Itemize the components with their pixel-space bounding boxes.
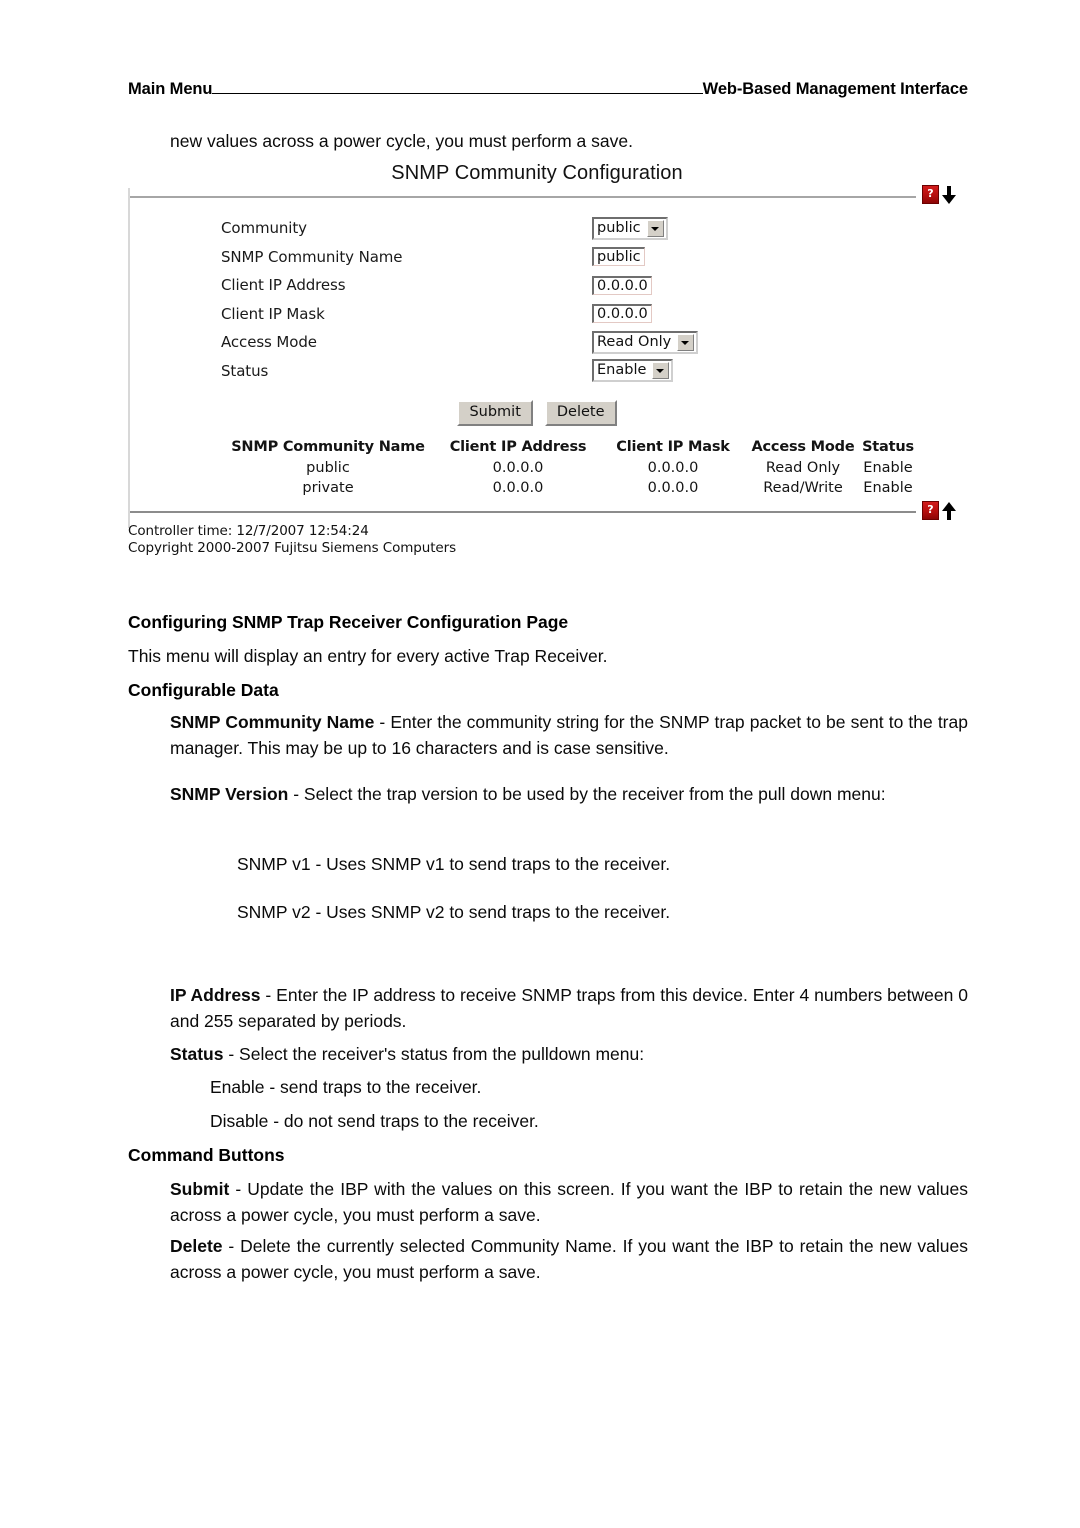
table-row[interactable]: private 0.0.0.0 0.0.0.0 Read/Write Enabl… [218,478,918,498]
running-header: Main Menu Web-Based Management Interface [128,80,968,99]
form-row-client-ip-address: Client IP Address 0.0.0.0 [128,271,946,300]
cell-access-mode: Read Only [765,460,841,476]
chevron-down-icon[interactable] [677,333,695,351]
help-nav-top[interactable]: ? [922,185,957,204]
paragraph-status: Status - Select the receiver's status fr… [170,1041,968,1067]
col-header-access-mode: Access Mode [751,439,855,455]
community-select-value: public [597,219,641,236]
paragraph-status-enable: Enable - send traps to the receiver. [210,1077,482,1097]
intro-continuation-paragraph: new values across a power cycle, you mus… [170,131,633,151]
cell-client-ip-mask: 0.0.0.0 [647,460,699,476]
desc-snmp-version: - Select the trap version to be used by … [288,784,886,804]
status-select[interactable]: Enable [592,359,674,383]
panel-command-buttons: Submit Delete [128,400,946,426]
cell-status: Enable [863,460,913,476]
status-select-value: Enable [597,362,647,379]
copyright-notice: Copyright 2000-2007 Fujitsu Siemens Comp… [128,540,456,556]
controller-time: Controller time: 12/7/2007 12:54:24 [128,523,369,539]
paragraph-ip-address: IP Address - Enter the IP address to rec… [170,982,968,1034]
field-snmp-community-name[interactable]: public [592,246,645,267]
heading-command-buttons: Command Buttons [128,1145,285,1165]
paragraph-snmp-community-name: SNMP Community Name - Enter the communit… [170,709,968,761]
chevron-down-icon[interactable] [652,362,670,380]
table-header-row: SNMP Community Name Client IP Address Cl… [218,438,918,458]
term-submit: Submit [170,1179,230,1199]
panel-title: SNMP Community Configuration [391,162,683,184]
form-row-community: Community public [128,214,946,243]
table-row[interactable]: public 0.0.0.0 0.0.0.0 Read Only Enable [218,458,918,478]
paragraph-snmp-v1: SNMP v1 - Uses SNMP v1 to send traps to … [237,854,671,874]
label-status: Status [221,361,269,380]
form-row-access-mode: Access Mode Read Only [128,328,946,357]
form-row-snmp-community-name: SNMP Community Name public [128,243,946,272]
cell-community-name: private [302,480,354,496]
header-right-text: Web-Based Management Interface [702,80,968,98]
access-mode-select-value: Read Only [597,333,672,350]
desc-delete: - Delete the currently selected Communit… [170,1236,968,1282]
label-access-mode: Access Mode [221,333,317,352]
field-client-ip-mask[interactable]: 0.0.0.0 [592,303,652,324]
panel-top-divider [130,196,916,198]
panel-bottom-divider [130,511,916,513]
col-header-client-ip-address: Client IP Address [449,439,587,455]
paragraph-menu-display: This menu will display an entry for ever… [128,646,608,666]
snmp-community-table: SNMP Community Name Client IP Address Cl… [218,438,918,498]
term-ip-address: IP Address [170,985,261,1005]
help-icon[interactable]: ? [922,501,939,520]
label-client-ip-mask: Client IP Mask [221,304,325,323]
client-ip-address-input[interactable]: 0.0.0.0 [592,275,652,295]
panel-footer: Controller time: 12/7/2007 12:54:24 Copy… [128,523,456,557]
cell-client-ip-mask: 0.0.0.0 [647,480,699,496]
term-snmp-community-name: SNMP Community Name [170,712,375,732]
community-select[interactable]: public [592,216,668,240]
snmp-community-name-input[interactable]: public [592,247,645,267]
field-access-mode[interactable]: Read Only [592,330,699,354]
label-snmp-community-name: SNMP Community Name [221,247,403,266]
field-client-ip-address[interactable]: 0.0.0.0 [592,275,652,296]
col-header-client-ip-mask: Client IP Mask [616,439,730,455]
help-nav-bottom[interactable]: ? [922,501,957,520]
paragraph-snmp-v2: SNMP v2 - Uses SNMP v2 to send traps to … [237,902,671,922]
cell-client-ip-address: 0.0.0.0 [492,480,544,496]
document-page: Main Menu Web-Based Management Interface… [0,0,1080,1528]
field-community[interactable]: public [592,216,668,240]
client-ip-mask-input[interactable]: 0.0.0.0 [592,304,652,324]
desc-status: - Select the receiver's status from the … [223,1044,645,1064]
col-header-status: Status [862,439,914,455]
snmp-form: Community public SNMP Community Name pub… [128,214,946,385]
col-header-community-name: SNMP Community Name [231,439,425,455]
paragraph-delete: Delete - Delete the currently selected C… [170,1233,968,1285]
header-rule [212,92,703,94]
access-mode-select[interactable]: Read Only [592,330,699,354]
help-icon[interactable]: ? [922,185,939,204]
paragraph-status-disable: Disable - do not send traps to the recei… [210,1111,539,1131]
delete-button[interactable]: Delete [544,400,617,426]
cell-access-mode: Read/Write [763,480,843,496]
paragraph-submit: Submit - Update the IBP with the values … [170,1176,968,1228]
arrow-down-icon[interactable] [941,185,957,204]
form-row-client-ip-mask: Client IP Mask 0.0.0.0 [128,300,946,329]
chevron-down-icon[interactable] [646,219,664,237]
submit-button[interactable]: Submit [457,400,533,426]
desc-submit: - Update the IBP with the values on this… [170,1179,968,1225]
paragraph-snmp-version: SNMP Version - Select the trap version t… [170,781,968,807]
term-delete: Delete [170,1236,223,1256]
term-snmp-version: SNMP Version [170,784,289,804]
label-client-ip-address: Client IP Address [221,276,346,295]
snmp-community-configuration-panel: SNMP Community Configuration ? Community… [128,160,976,560]
cell-client-ip-address: 0.0.0.0 [492,460,544,476]
cell-community-name: public [306,460,350,476]
desc-ip-address: - Enter the IP address to receive SNMP t… [170,985,968,1031]
header-left-text: Main Menu [128,80,213,98]
form-row-status: Status Enable [128,357,946,386]
heading-configuring-snmp-trap-receiver: Configuring SNMP Trap Receiver Configura… [128,612,569,632]
cell-status: Enable [863,480,913,496]
field-status[interactable]: Enable [592,359,674,383]
term-status: Status [170,1044,224,1064]
arrow-up-icon[interactable] [941,501,957,520]
label-community: Community [221,219,307,238]
heading-configurable-data: Configurable Data [128,680,279,700]
